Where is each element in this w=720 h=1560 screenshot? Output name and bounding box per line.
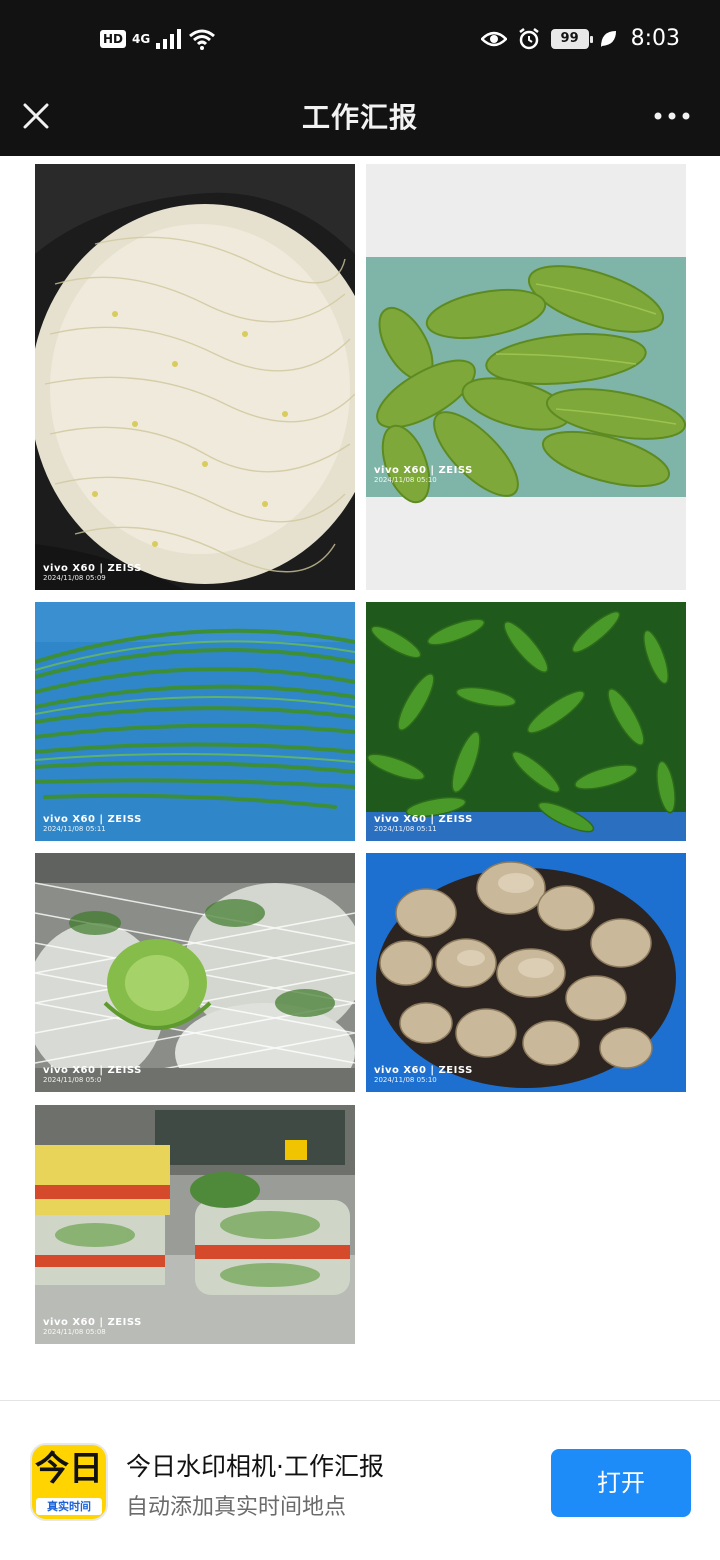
- watermark-timestamp: 2024/11/08 05:11: [43, 825, 106, 833]
- packaged-vegetables-image: [35, 1105, 355, 1344]
- photo-lotus-root[interactable]: vivo X60 | ZEISS 2024/11/08 05:10: [366, 853, 686, 1092]
- watermark: vivo X60 | ZEISS 2024/11/08 05:11: [374, 814, 473, 833]
- watermark: vivo X60 | ZEISS 2024/11/08 05:10: [374, 465, 473, 484]
- watermark: vivo X60 | ZEISS 2024/11/08 05:09: [43, 563, 142, 582]
- long-beans-image: [35, 602, 355, 841]
- watermark-brand: vivo X60 | ZEISS: [374, 1065, 473, 1076]
- title-bar: 工作汇报: [0, 80, 720, 156]
- photo-packaged-vegetables[interactable]: vivo X60 | ZEISS 2024/11/08 05:08: [35, 1105, 355, 1344]
- more-button[interactable]: [648, 96, 696, 136]
- photo-green-peppers[interactable]: vivo X60 | ZEISS 2024/11/08 05:11: [366, 602, 686, 841]
- watermark-timestamp: 2024/11/08 05:08: [43, 1328, 106, 1336]
- photo-bean-sprouts[interactable]: vivo X60 | ZEISS 2024/11/08 05:09: [35, 164, 355, 590]
- open-button[interactable]: 打开: [551, 1449, 691, 1517]
- watermark: vivo X60 | ZEISS 2024/11/08 05:0: [43, 1065, 142, 1084]
- bitter-melon-image: [366, 164, 686, 590]
- watermark-timestamp: 2024/11/08 05:10: [374, 1076, 437, 1084]
- watermark-timestamp: 2024/11/08 05:0: [43, 1076, 102, 1084]
- app-description: 自动添加真实时间地点: [126, 1495, 347, 1520]
- clock: 8:03: [630, 26, 680, 51]
- watermark: vivo X60 | ZEISS 2024/11/08 05:08: [43, 1317, 142, 1336]
- photo-bitter-melon[interactable]: vivo X60 | ZEISS 2024/11/08 05:10: [366, 164, 686, 590]
- more-dots-icon: [654, 112, 690, 120]
- leaf-icon: [600, 30, 616, 47]
- watermark: vivo X60 | ZEISS 2024/11/08 05:10: [374, 1065, 473, 1084]
- page-title: 工作汇报: [301, 101, 418, 134]
- bean-sprouts-image: [35, 164, 355, 590]
- watermark-timestamp: 2024/11/08 05:10: [374, 476, 437, 484]
- watermark: vivo X60 | ZEISS 2024/11/08 05:11: [43, 814, 142, 833]
- lotus-root-image: [366, 853, 686, 1092]
- watermark-brand: vivo X60 | ZEISS: [374, 814, 473, 825]
- photo-cabbage[interactable]: vivo X60 | ZEISS 2024/11/08 05:0: [35, 853, 355, 1092]
- status-left: HD 4G: [100, 28, 216, 50]
- network-type: 4G: [132, 32, 151, 46]
- battery-icon: 99: [550, 28, 593, 49]
- status-right: 99 8:03: [480, 26, 680, 51]
- watermark-timestamp: 2024/11/08 05:09: [43, 574, 106, 582]
- app-banner: 今日 真实时间 今日水印相机·工作汇报 自动添加真实时间地点 打开: [0, 1400, 720, 1560]
- app-name: 今日水印相机·工作汇报: [126, 1452, 384, 1481]
- alarm-icon: [518, 27, 539, 49]
- cabbage-image: [35, 853, 355, 1092]
- watermark-brand: vivo X60 | ZEISS: [43, 563, 142, 574]
- watermark-brand: vivo X60 | ZEISS: [43, 1065, 142, 1076]
- green-peppers-image: [366, 602, 686, 841]
- status-bar: HD 4G 99 8:03: [0, 0, 720, 80]
- hd-badge: HD: [100, 30, 127, 48]
- signal-icon: [156, 29, 182, 49]
- app-icon[interactable]: 今日 真实时间: [30, 1443, 108, 1521]
- watermark-brand: vivo X60 | ZEISS: [43, 814, 142, 825]
- wifi-icon: [189, 29, 216, 50]
- watermark-brand: vivo X60 | ZEISS: [374, 465, 473, 476]
- eye-icon: [480, 31, 507, 46]
- app-icon-text: 今日: [35, 1449, 103, 1489]
- app-icon-strip: 真实时间: [36, 1498, 102, 1515]
- watermark-timestamp: 2024/11/08 05:11: [374, 825, 437, 833]
- watermark-brand: vivo X60 | ZEISS: [43, 1317, 142, 1328]
- photo-long-beans[interactable]: vivo X60 | ZEISS 2024/11/08 05:11: [35, 602, 355, 841]
